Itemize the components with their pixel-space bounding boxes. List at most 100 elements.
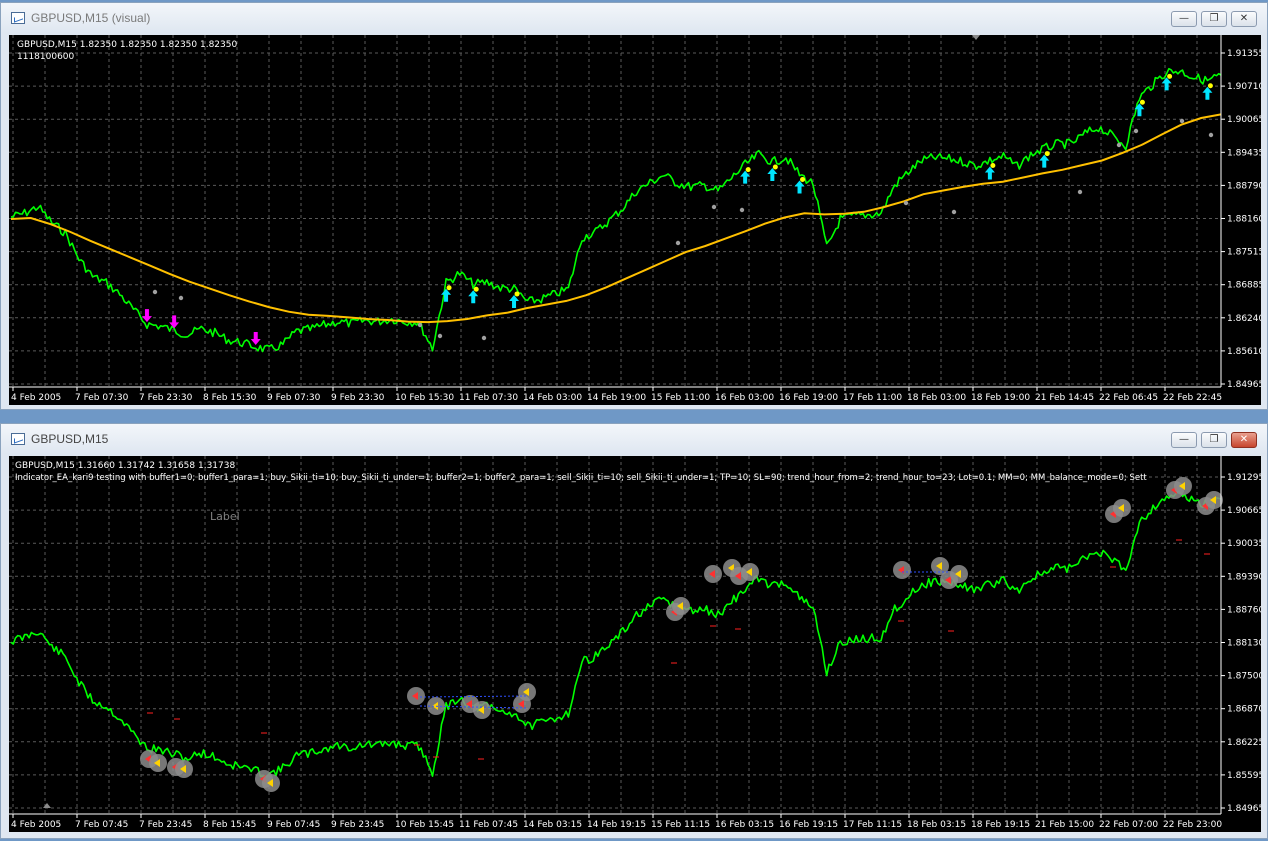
chart-header: GBPUSD,M15 1.31660 1.31742 1.31658 1.317… <box>15 461 235 471</box>
price-tick-label: 1.85595 <box>1227 771 1261 781</box>
buy-arrow-icon <box>1039 154 1050 168</box>
chart-canvas[interactable]: 1.91295 1.90665 1.90035 1.89390 1.88760 1.881… <box>9 456 1261 832</box>
price-tick-label: 1.90710 <box>1227 82 1261 92</box>
trade-badge <box>741 563 759 581</box>
time-tick-label: 14 Feb 03:00 <box>523 393 582 403</box>
price-tick-label: 1.87500 <box>1227 672 1261 682</box>
trade-badge <box>672 597 690 615</box>
sell-arrow-icon <box>141 309 152 323</box>
stop-level-dot <box>437 333 443 339</box>
stop-level-dot <box>951 209 957 215</box>
time-tick-label: 8 Feb 15:30 <box>203 393 257 403</box>
stop-level-dot <box>903 200 909 206</box>
stop-level-dot <box>1077 189 1083 195</box>
close-button[interactable]: ✕ <box>1231 11 1257 27</box>
indicator-params: Indicator_EA_kari9 testing with buffer1=… <box>15 473 1147 483</box>
chart-shift-marker[interactable] <box>43 803 51 808</box>
trade-badge <box>1205 491 1223 509</box>
price-line <box>10 490 1222 778</box>
price-tick-label: 1.84965 <box>1227 380 1261 390</box>
restore-button[interactable]: ❐ <box>1201 11 1227 27</box>
price-tick-label: 1.86240 <box>1227 314 1261 324</box>
signal-dot <box>1207 83 1213 89</box>
time-tick-label: 10 Feb 15:30 <box>395 393 454 403</box>
time-tick-label: 18 Feb 03:15 <box>907 820 966 830</box>
stop-level-dot <box>417 322 423 328</box>
time-tick-label: 21 Feb 15:00 <box>1035 820 1094 830</box>
chart-window-tester[interactable]: GBPUSD,M15 — ❐ ✕ 1.91295 1.90665 1.90035 1.… <box>0 423 1268 839</box>
restore-button[interactable]: ❐ <box>1201 432 1227 448</box>
title-bar[interactable]: GBPUSD,M15 — ❐ ✕ <box>1 424 1267 454</box>
time-tick-label: 7 Feb 07:45 <box>75 820 128 830</box>
time-tick-label: 18 Feb 19:15 <box>971 820 1030 830</box>
price-tick-label: 1.89390 <box>1227 572 1261 582</box>
chart-grid <box>9 456 1221 814</box>
price-chart[interactable]: 1.91355 1.90710 1.90065 1.89435 1.88790 1.881… <box>9 35 1261 405</box>
trade-badge <box>518 683 536 701</box>
minimize-button[interactable]: — <box>1171 432 1197 448</box>
time-tick-label: 22 Feb 22:45 <box>1163 393 1222 403</box>
price-tick-label: 1.91295 <box>1227 473 1261 483</box>
time-tick-label: 21 Feb 14:45 <box>1035 393 1094 403</box>
price-line <box>11 67 1222 353</box>
price-tick-label: 1.86885 <box>1227 281 1261 291</box>
time-tick-label: 16 Feb 03:00 <box>715 393 774 403</box>
price-tick-label: 1.88790 <box>1227 181 1261 191</box>
chart-window-visual[interactable]: GBPUSD,M15 (visual) — ❐ ✕ 1.91355 1.90710… <box>0 2 1268 410</box>
price-tick-label: 1.86225 <box>1227 738 1261 748</box>
stop-level-dot <box>739 207 745 213</box>
trade-badge <box>473 701 491 719</box>
signal-dot <box>514 291 520 297</box>
buy-arrow-icon <box>767 168 778 182</box>
time-tick-label: 9 Feb 07:45 <box>267 820 320 830</box>
time-tick-label: 15 Feb 11:15 <box>651 820 710 830</box>
time-tick-label: 22 Feb 06:45 <box>1099 393 1158 403</box>
time-tick-label: 17 Feb 11:15 <box>843 820 902 830</box>
time-tick-label: 16 Feb 19:15 <box>779 820 838 830</box>
time-tick-label: 14 Feb 03:15 <box>523 820 582 830</box>
price-chart[interactable]: 1.91295 1.90665 1.90035 1.89390 1.88760 1.881… <box>9 456 1261 832</box>
chart-header: GBPUSD,M15 1.82350 1.82350 1.82350 1.823… <box>17 40 237 50</box>
time-tick-label: 11 Feb 07:30 <box>459 393 518 403</box>
price-tick-label: 1.87515 <box>1227 248 1261 258</box>
minimize-button[interactable]: — <box>1171 11 1197 27</box>
chart-canvas[interactable]: 1.91355 1.90710 1.90065 1.89435 1.88790 1.881… <box>9 35 1261 405</box>
price-tick-label: 1.91355 <box>1227 49 1261 59</box>
stop-level-dot <box>178 295 184 301</box>
trade-badge <box>1113 499 1131 517</box>
time-tick-label: 14 Feb 19:00 <box>587 393 646 403</box>
signal-dot <box>745 167 751 173</box>
price-tick-label: 1.90065 <box>1227 115 1261 125</box>
time-tick-label: 8 Feb 15:45 <box>203 820 256 830</box>
stop-level-dot <box>711 204 717 210</box>
label-object[interactable]: Label <box>210 510 240 523</box>
time-tick-label: 17 Feb 11:00 <box>843 393 902 403</box>
title-bar[interactable]: GBPUSD,M15 (visual) — ❐ ✕ <box>1 3 1267 33</box>
trade-badge <box>950 565 968 583</box>
trade-markers <box>140 477 1223 792</box>
stop-level-dot <box>1208 132 1214 138</box>
trade-badge <box>175 760 193 778</box>
signal-markers <box>141 73 1214 345</box>
stop-level-dot <box>675 240 681 246</box>
chart-subheader: 1118100600 <box>17 52 75 62</box>
window-title: GBPUSD,M15 (visual) <box>31 11 151 25</box>
time-tick-label: 18 Feb 19:00 <box>971 393 1030 403</box>
close-button[interactable]: ✕ <box>1231 432 1257 448</box>
time-tick-label: 22 Feb 07:00 <box>1099 820 1158 830</box>
signal-dot <box>800 176 806 182</box>
price-tick-label: 1.89435 <box>1227 148 1261 158</box>
stop-level-dot <box>1116 142 1122 148</box>
trade-badge <box>893 561 911 579</box>
trade-badge <box>262 774 280 792</box>
price-tick-label: 1.90035 <box>1227 539 1261 549</box>
signal-dot <box>446 285 452 291</box>
trade-badge <box>407 687 425 705</box>
trade-badge <box>1174 477 1192 495</box>
price-tick-label: 1.84965 <box>1227 804 1261 814</box>
price-series <box>10 490 1222 778</box>
time-tick-label: 7 Feb 07:30 <box>75 393 129 403</box>
time-tick-label: 9 Feb 23:45 <box>331 820 384 830</box>
time-tick-label: 14 Feb 19:15 <box>587 820 646 830</box>
time-tick-label: 16 Feb 03:15 <box>715 820 774 830</box>
